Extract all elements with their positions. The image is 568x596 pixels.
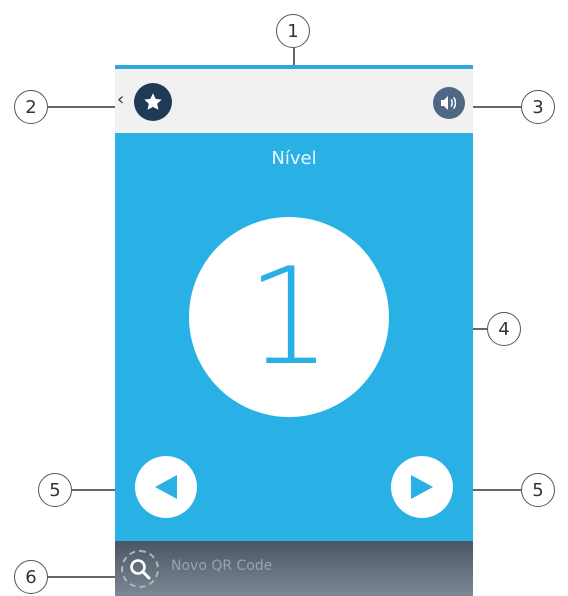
callout-5-right: 5 [521, 473, 555, 507]
back-chevron-icon[interactable]: ‹ [117, 91, 124, 109]
qr-scan-icon [121, 550, 159, 588]
level-number: 1 [246, 239, 332, 395]
callout-4: 4 [487, 312, 521, 346]
speaker-icon [441, 96, 457, 110]
callout-6: 6 [14, 560, 48, 594]
triangle-right-icon [411, 475, 433, 499]
leader-line-3 [470, 106, 521, 108]
leader-line-2 [48, 106, 115, 108]
magnifier-icon [130, 559, 151, 580]
top-bar: ‹ [115, 69, 473, 133]
new-qr-code-bar[interactable]: Novo QR Code [115, 541, 473, 596]
previous-level-button[interactable] [135, 456, 197, 518]
favorites-button[interactable] [134, 83, 172, 121]
callout-1: 1 [276, 14, 310, 48]
triangle-left-icon [155, 475, 177, 499]
new-qr-code-label: Novo QR Code [171, 558, 273, 574]
next-level-button[interactable] [391, 456, 453, 518]
level-display: 1 [189, 217, 389, 417]
leader-line-1 [293, 48, 295, 65]
callout-5-left: 5 [38, 473, 72, 507]
sound-button[interactable] [433, 87, 465, 119]
app-screen: ‹ Nível 1 Novo QR Code [115, 65, 473, 596]
callout-2: 2 [14, 90, 48, 124]
star-icon [144, 93, 162, 110]
level-title: Nível [271, 148, 317, 169]
callout-3: 3 [521, 90, 555, 124]
leader-line-6 [48, 576, 120, 578]
